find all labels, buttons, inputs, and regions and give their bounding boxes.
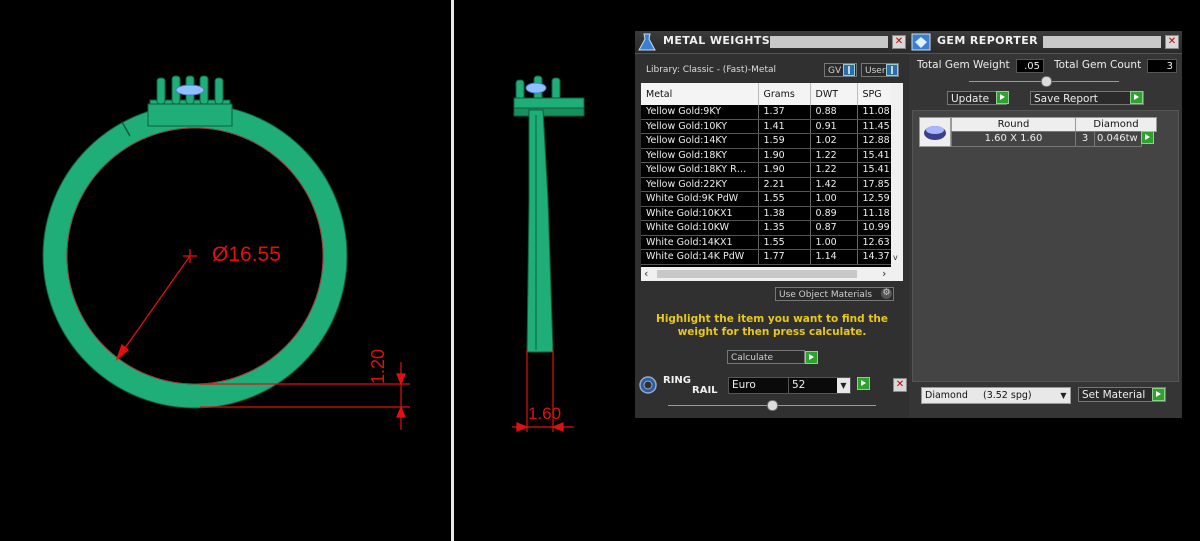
ring-rail-close-icon[interactable]: ✕ <box>893 378 907 392</box>
scroll-left-icon[interactable]: ‹ <box>644 267 648 280</box>
ring-standard-field[interactable]: Euro <box>728 377 789 394</box>
gem-slider-handle[interactable] <box>1041 76 1052 87</box>
column-header[interactable]: Metal <box>641 83 759 105</box>
user-toggle-icon[interactable]: ‖ <box>886 64 898 76</box>
table-row[interactable]: White Gold:14KX1 1.55 1.00 12.63 <box>641 235 898 250</box>
ring-front-view <box>42 75 410 430</box>
scroll-right-icon[interactable]: › <box>882 267 886 280</box>
ring-side-view <box>512 75 585 432</box>
close-icon[interactable]: ✕ <box>1165 35 1179 49</box>
library-label: Library: Classic - (Fast)-Metal <box>646 65 777 75</box>
metal-weights-titlebar: METAL WEIGHTS ✕ <box>635 31 909 54</box>
ring-rail-go-button[interactable] <box>857 377 870 390</box>
ring-rail-title-1: RING <box>663 375 691 386</box>
chevron-down-icon[interactable]: ▼ <box>837 378 850 393</box>
metal-table: Metal Grams DWT SPG Yellow Gold:9KY 1.37 0… <box>641 83 898 265</box>
table-row[interactable]: Yellow Gold:22KY 2.21 1.42 17.85 <box>641 177 898 192</box>
gem-size: 1.60 X 1.60 <box>951 131 1076 147</box>
total-gem-weight-value: .05 <box>1016 59 1044 73</box>
ring-rail-icon <box>639 376 657 394</box>
metal-weights-title: METAL WEIGHTS <box>663 34 771 47</box>
metal-table-header: Metal Grams DWT SPG <box>641 83 898 105</box>
gem-shape: Round <box>951 117 1076 132</box>
diameter-dimension <box>115 249 197 361</box>
ring-rail-panel: RING RAIL Euro 52 ▼ ✕ <box>635 373 909 418</box>
gem-list-item[interactable]: Round Diamond 1.60 X 1.60 3 0.046tw <box>919 117 1162 147</box>
table-row[interactable]: White Gold:9K PdW 1.55 1.00 12.59 <box>641 191 898 207</box>
total-gem-weight-label: Total Gem Weight <box>917 59 1010 71</box>
total-gem-count-value: 3 <box>1147 59 1177 73</box>
round-diamond-icon <box>919 117 951 147</box>
table-row[interactable]: Yellow Gold:10KY 1.41 0.91 11.45 <box>641 119 898 134</box>
metal-table-container: Metal Grams DWT SPG Yellow Gold:9KY 1.37 0… <box>641 83 903 281</box>
use-object-materials-field[interactable]: Use Object Materials <box>775 287 894 301</box>
update-button[interactable] <box>996 91 1009 104</box>
table-row[interactable]: Yellow Gold:9KY 1.37 0.88 11.08 <box>641 105 898 120</box>
ring-size-select[interactable]: 52 ▼ <box>788 377 851 394</box>
horizontal-scrollbar[interactable]: ‹ › <box>641 267 903 281</box>
close-icon[interactable]: ✕ <box>892 35 906 49</box>
scroll-down-icon[interactable]: v <box>893 253 898 262</box>
diameter-label: Ø16.55 <box>212 243 281 266</box>
scroll-thumb[interactable] <box>657 270 857 278</box>
gem-reporter-title: GEM REPORTER <box>937 34 1038 47</box>
set-material-button[interactable] <box>1152 388 1165 401</box>
gem-count: 3 <box>1075 131 1095 147</box>
vertical-scrollbar[interactable]: v <box>891 83 903 267</box>
material-select[interactable]: Diamond (3.52 spg) ▼ <box>921 387 1071 404</box>
ring-rail-slider-handle[interactable] <box>767 400 778 411</box>
chevron-down-icon[interactable]: ▼ <box>1057 388 1070 403</box>
gem-select-button[interactable] <box>1141 131 1154 144</box>
ring-size-value: 52 <box>792 379 806 391</box>
gem-weight: 0.046tw <box>1094 131 1142 147</box>
gem-report-icon <box>911 33 931 51</box>
table-row[interactable]: Yellow Gold:14KY 1.59 1.02 12.88 <box>641 133 898 149</box>
table-row[interactable]: White Gold:10KX1 1.38 0.89 11.18 <box>641 206 898 221</box>
gem-reporter-titlebar: GEM REPORTER ✕ <box>909 31 1182 54</box>
width-label: 1.60 <box>528 404 562 423</box>
calculate-button[interactable] <box>805 351 818 364</box>
gem-material: Diamond <box>1075 117 1157 132</box>
table-row[interactable]: White Gold:14K PdW 1.77 1.14 14.37 <box>641 249 898 265</box>
metal-weights-panel: METAL WEIGHTS ✕ Library: Classic - (Fast… <box>635 31 909 373</box>
table-row[interactable]: Yellow Gold:18KY R… 1.90 1.22 15.41 <box>641 162 898 178</box>
instruction-text: Highlight the item you want to find the … <box>656 313 888 338</box>
gem-reporter-panel: GEM REPORTER ✕ Total Gem Weight .05 Tota… <box>909 31 1182 418</box>
save-report-field[interactable]: Save Report <box>1030 91 1144 105</box>
table-row[interactable]: Yellow Gold:18KY 1.90 1.22 15.41 <box>641 148 898 163</box>
material-select-value: Diamond (3.52 spg) <box>925 390 1032 401</box>
save-report-button[interactable] <box>1130 91 1143 104</box>
thickness-label: 1.20 <box>368 348 388 384</box>
gear-icon[interactable]: ⚙ <box>881 288 892 299</box>
ring-rail-title-2: RAIL <box>692 385 718 396</box>
gv-toggle-icon[interactable]: ‖ <box>843 64 855 76</box>
table-row[interactable]: White Gold:10KW 1.35 0.87 10.99 <box>641 220 898 236</box>
flask-icon <box>638 33 656 51</box>
total-gem-count-label: Total Gem Count <box>1054 59 1142 71</box>
column-header[interactable]: DWT <box>810 83 858 105</box>
calculate-field[interactable]: Calculate <box>727 350 805 364</box>
column-header[interactable]: Grams <box>758 83 811 105</box>
gem-list: Round Diamond 1.60 X 1.60 3 0.046tw <box>912 110 1179 382</box>
